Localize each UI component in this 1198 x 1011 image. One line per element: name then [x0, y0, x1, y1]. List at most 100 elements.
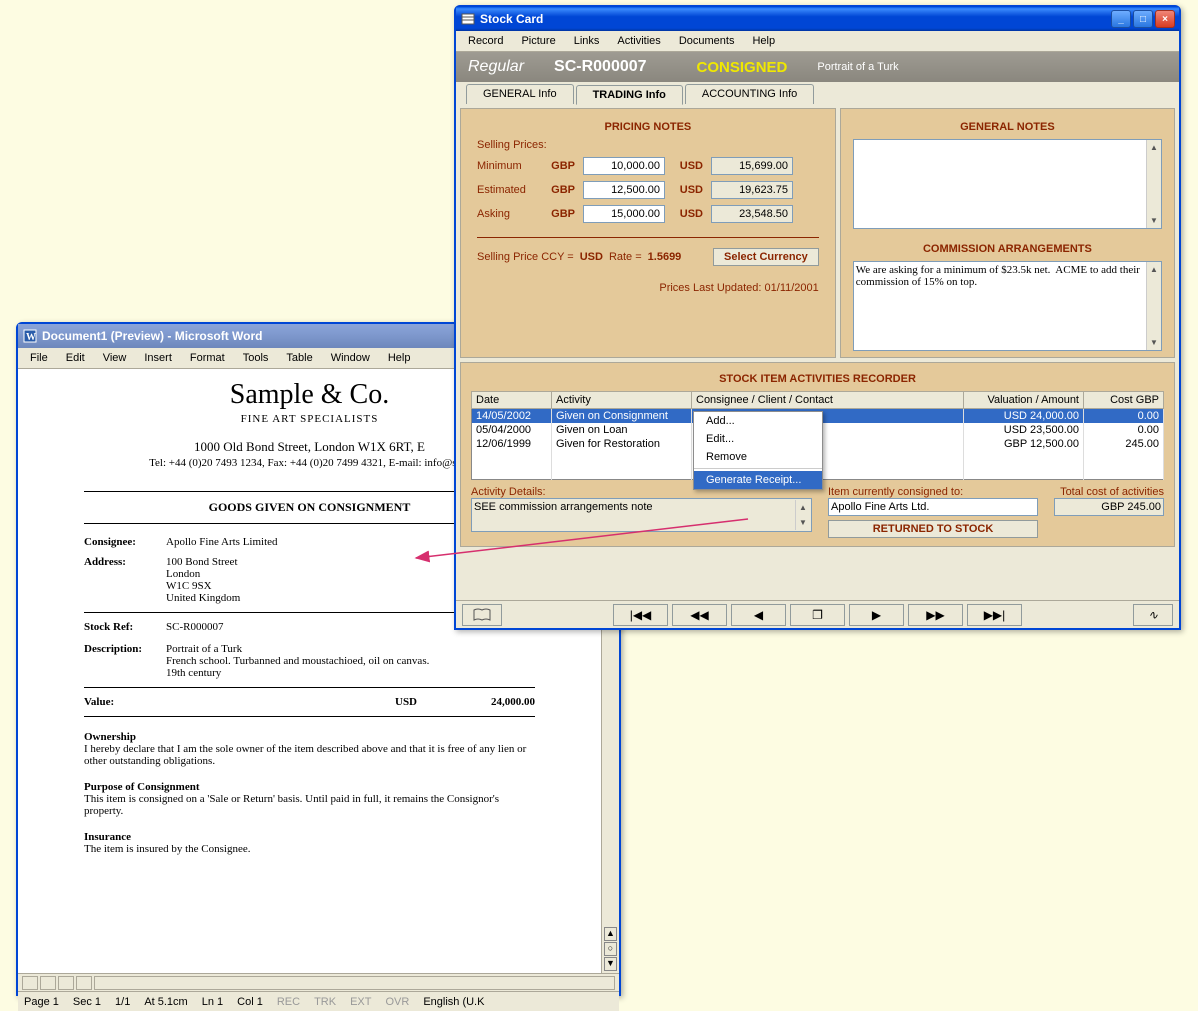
total-cost-label: Total cost of activities — [1054, 486, 1164, 498]
view-print-icon[interactable] — [58, 976, 74, 990]
menu-links[interactable]: Links — [566, 33, 608, 49]
status-pages: 1/1 — [115, 996, 130, 1008]
th-contact[interactable]: Consignee / Client / Contact — [692, 392, 964, 409]
asking-gbp-input[interactable] — [583, 205, 665, 223]
commission-input[interactable] — [853, 261, 1162, 351]
th-valuation[interactable]: Valuation / Amount — [964, 392, 1084, 409]
commission-title: COMMISSION ARRANGEMENTS — [853, 237, 1162, 261]
activities-panel: STOCK ITEM ACTIVITIES RECORDER Date Acti… — [460, 362, 1175, 547]
estimated-label: Estimated — [477, 184, 537, 196]
general-notes-title: GENERAL NOTES — [853, 115, 1162, 139]
view-outline-icon[interactable] — [76, 976, 92, 990]
menu-tools[interactable]: Tools — [235, 350, 277, 366]
header-item-name: Portrait of a Turk — [817, 61, 898, 73]
rate-value: 1.5699 — [648, 251, 682, 263]
activity-details-input[interactable]: SEE commission arrangements note ▲▼ — [471, 498, 812, 532]
scrollbar[interactable]: ▲▼ — [1146, 262, 1161, 350]
consigned-to-label: Item currently consigned to: — [828, 486, 1038, 498]
menu-file[interactable]: File — [22, 350, 56, 366]
menu-format[interactable]: Format — [182, 350, 233, 366]
menu-window[interactable]: Window — [323, 350, 378, 366]
select-currency-button[interactable]: Select Currency — [713, 248, 819, 266]
description-value: Portrait of a Turk French school. Turban… — [166, 643, 535, 679]
close-button[interactable]: × — [1155, 10, 1175, 28]
consigned-to-input[interactable] — [828, 498, 1038, 516]
description-label: Description: — [84, 643, 166, 679]
status-ext: EXT — [350, 996, 371, 1008]
tab-trading[interactable]: TRADING Info — [576, 85, 683, 105]
maximize-button[interactable]: □ — [1133, 10, 1153, 28]
context-menu: Add... Edit... Remove Generate Receipt..… — [693, 411, 823, 490]
record-navbar: |◀◀ ◀◀ ◀ ❐ ▶ ▶▶ ▶▶| ∿ — [456, 600, 1179, 628]
stock-titlebar[interactable]: Stock Card _ □ × — [456, 7, 1179, 31]
menu-edit[interactable]: Edit... — [694, 430, 822, 448]
word-hscrollbar[interactable] — [18, 973, 619, 991]
purpose-text: This item is consigned on a 'Sale or Ret… — [84, 793, 535, 817]
minimum-gbp-input[interactable] — [583, 157, 665, 175]
status-ovr: OVR — [385, 996, 409, 1008]
nav-fastback-button[interactable]: ◀◀ — [672, 604, 727, 626]
word-statusbar: Page 1 Sec 1 1/1 At 5.1cm Ln 1 Col 1 REC… — [18, 991, 619, 1011]
view-web-icon[interactable] — [40, 976, 56, 990]
nav-fastfwd-button[interactable]: ▶▶ — [908, 604, 963, 626]
status-at: At 5.1cm — [144, 996, 187, 1008]
ownership-heading: Ownership — [84, 731, 535, 743]
menu-help[interactable]: Help — [380, 350, 419, 366]
status-ln: Ln 1 — [202, 996, 223, 1008]
menu-help[interactable]: Help — [744, 33, 783, 49]
status-col: Col 1 — [237, 996, 263, 1008]
nav-last-button[interactable]: ▶▶| — [967, 604, 1022, 626]
view-normal-icon[interactable] — [22, 976, 38, 990]
browse-down-icon[interactable]: ▼ — [604, 957, 617, 971]
minimize-button[interactable]: _ — [1111, 10, 1131, 28]
stock-title: Stock Card — [480, 12, 1111, 26]
status-lang: English (U.K — [423, 996, 484, 1008]
pricing-title: PRICING NOTES — [477, 115, 819, 139]
purpose-heading: Purpose of Consignment — [84, 781, 535, 793]
last-updated-value: 01/11/2001 — [765, 282, 819, 294]
nav-first-button[interactable]: |◀◀ — [613, 604, 668, 626]
nav-window-button[interactable]: ❐ — [790, 604, 845, 626]
menu-record[interactable]: Record — [460, 33, 511, 49]
signature-icon[interactable]: ∿ — [1133, 604, 1173, 626]
menu-picture[interactable]: Picture — [513, 33, 563, 49]
th-cost[interactable]: Cost GBP — [1084, 392, 1164, 409]
consignee-value: Apollo Fine Arts Limited — [166, 536, 478, 548]
scrollbar[interactable]: ▲▼ — [795, 500, 810, 530]
header-regular: Regular — [468, 58, 524, 76]
value-ccy: USD — [395, 696, 455, 708]
rate-prefix: Selling Price CCY = — [477, 251, 574, 263]
nav-next-button[interactable]: ▶ — [849, 604, 904, 626]
word-icon: W — [22, 328, 38, 344]
stockref-label: Stock Ref: — [84, 621, 166, 633]
tab-accounting[interactable]: ACCOUNTING Info — [685, 84, 814, 104]
estimated-gbp-input[interactable] — [583, 181, 665, 199]
status-trk: TRK — [314, 996, 336, 1008]
menu-documents[interactable]: Documents — [671, 33, 743, 49]
insurance-text: The item is insured by the Consignee. — [84, 843, 535, 855]
browse-up-icon[interactable]: ▲ — [604, 927, 617, 941]
browse-obj-icon[interactable]: ○ — [604, 942, 617, 956]
minimum-label: Minimum — [477, 160, 537, 172]
th-date[interactable]: Date — [472, 392, 552, 409]
notes-panel: GENERAL NOTES ▲▼ COMMISSION ARRANGEMENTS… — [840, 108, 1175, 358]
stock-menubar: Record Picture Links Activities Document… — [456, 31, 1179, 52]
insurance-heading: Insurance — [84, 831, 535, 843]
returned-to-stock-button[interactable]: RETURNED TO STOCK — [828, 520, 1038, 538]
menu-remove[interactable]: Remove — [694, 448, 822, 466]
book-icon[interactable] — [462, 604, 502, 626]
pricing-panel: PRICING NOTES Selling Prices: Minimum GB… — [460, 108, 836, 358]
consignee-label: Consignee: — [84, 536, 166, 548]
menu-insert[interactable]: Insert — [136, 350, 180, 366]
menu-generate-receipt[interactable]: Generate Receipt... — [694, 471, 822, 489]
menu-table[interactable]: Table — [278, 350, 320, 366]
scrollbar[interactable]: ▲▼ — [1146, 140, 1161, 228]
menu-edit[interactable]: Edit — [58, 350, 93, 366]
menu-view[interactable]: View — [95, 350, 135, 366]
tab-general[interactable]: GENERAL Info — [466, 84, 574, 104]
th-activity[interactable]: Activity — [552, 392, 692, 409]
menu-activities[interactable]: Activities — [609, 33, 668, 49]
general-notes-input[interactable] — [853, 139, 1162, 229]
nav-prev-button[interactable]: ◀ — [731, 604, 786, 626]
menu-add[interactable]: Add... — [694, 412, 822, 430]
